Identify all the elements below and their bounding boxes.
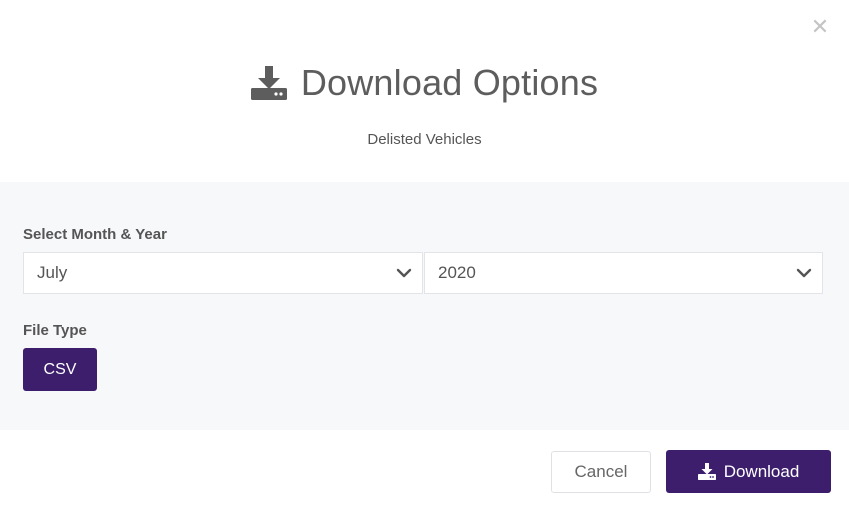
month-select[interactable]: July — [23, 252, 423, 294]
download-options-modal: ✕ Download Options Delisted Vehicles Sel… — [0, 0, 849, 509]
modal-footer: Cancel Download — [0, 430, 849, 509]
title-row: Download Options — [0, 62, 849, 104]
year-select-value: 2020 — [438, 263, 476, 282]
csv-file-type-button[interactable]: CSV — [23, 348, 97, 391]
page-subtitle: Delisted Vehicles — [367, 131, 482, 148]
download-icon — [250, 66, 287, 100]
cancel-button-label: Cancel — [574, 462, 628, 481]
month-select-value: July — [37, 263, 68, 282]
download-button[interactable]: Download — [666, 450, 831, 493]
month-year-label: Select Month & Year — [23, 226, 167, 243]
csv-button-label: CSV — [43, 360, 77, 378]
cancel-button[interactable]: Cancel — [551, 451, 651, 493]
modal-header: Download Options Delisted Vehicles — [0, 0, 849, 182]
chevron-down-icon — [796, 268, 812, 278]
download-icon — [697, 463, 716, 480]
chevron-down-icon — [396, 268, 412, 278]
page-title: Download Options — [300, 62, 599, 103]
file-type-label: File Type — [23, 322, 87, 339]
modal-body: Select Month & Year July 2020 File Type … — [0, 182, 849, 430]
download-button-label: Download — [723, 461, 800, 481]
year-select[interactable]: 2020 — [424, 252, 823, 294]
